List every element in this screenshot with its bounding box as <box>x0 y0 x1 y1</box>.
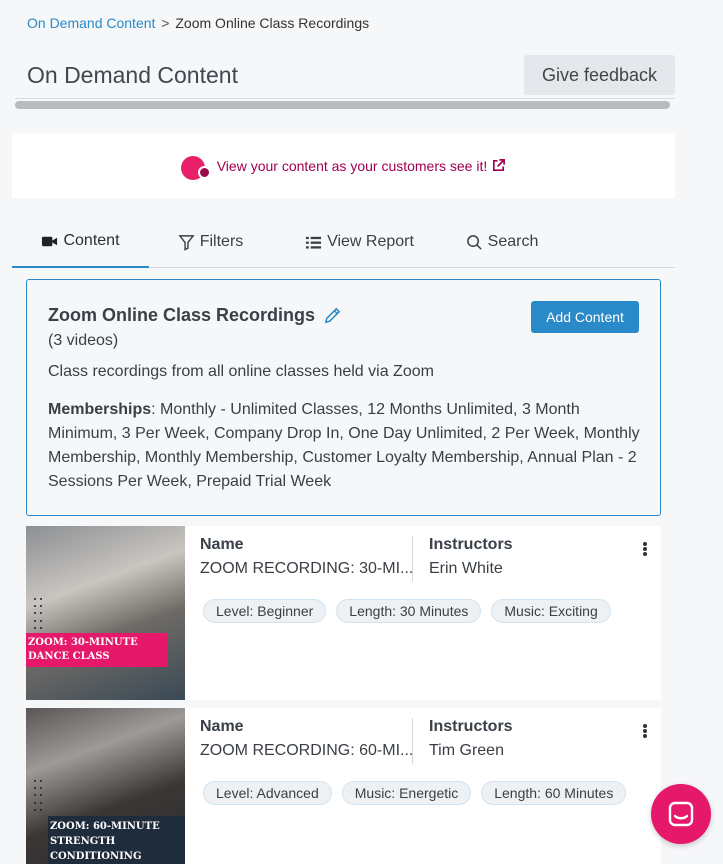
give-feedback-button[interactable]: Give feedback <box>524 55 675 95</box>
breadcrumb-current: Zoom Online Class Recordings <box>175 15 370 31</box>
list-icon <box>306 236 322 249</box>
video-tags: Level: Beginner Length: 30 Minutes Music… <box>203 599 611 623</box>
external-link-icon <box>493 159 506 172</box>
video-thumbnail[interactable]: ZOOM: 30-MINUTE DANCE CLASS <box>26 526 185 700</box>
chat-icon <box>668 801 694 827</box>
magnifier-icon <box>466 234 482 250</box>
tab-content-label: Content <box>63 232 120 249</box>
more-options-icon[interactable] <box>643 542 647 556</box>
instructor-name: Tim Green <box>429 742 504 759</box>
instructors-label: Instructors <box>429 718 513 735</box>
video-count: (3 videos) <box>48 332 119 349</box>
instructors-label: Instructors <box>429 536 513 553</box>
drag-handle-icon[interactable] <box>34 598 44 632</box>
instructor-name: Erin White <box>429 560 503 577</box>
funnel-icon <box>178 234 195 251</box>
collection-info-card: Zoom Online Class Recordings (3 videos) … <box>26 279 661 516</box>
tag-length: Length: 30 Minutes <box>336 599 482 623</box>
video-camera-icon <box>42 236 58 246</box>
breadcrumb-separator: > <box>161 15 170 31</box>
breadcrumb-link-on-demand[interactable]: On Demand Content <box>27 15 155 31</box>
video-name-column: Name ZOOM RECORDING: 60-MI... <box>200 718 414 760</box>
drag-handle-icon[interactable] <box>34 780 44 814</box>
video-name-column: Name ZOOM RECORDING: 30-MI... <box>200 536 414 578</box>
add-content-button[interactable]: Add Content <box>531 301 639 333</box>
tag-music: Music: Energetic <box>341 781 472 805</box>
divider <box>15 98 675 99</box>
instructors-column: Instructors Erin White <box>412 536 513 582</box>
chat-launcher-button[interactable] <box>651 784 711 844</box>
instructors-column: Instructors Tim Green <box>412 718 513 764</box>
horizontal-scrollbar[interactable] <box>15 101 670 109</box>
memberships-text: Memberships: Monthly - Unlimited Classes… <box>48 398 648 494</box>
name-label: Name <box>200 536 244 553</box>
content-tabs: Content Filters View Report Search <box>12 216 675 268</box>
view-as-customer-text: View your content as your customers see … <box>216 157 488 174</box>
tab-content[interactable]: Content <box>12 216 149 268</box>
pencil-edit-icon[interactable] <box>323 306 342 325</box>
video-name: ZOOM RECORDING: 30-MI... <box>200 560 414 577</box>
video-tags: Level: Advanced Music: Energetic Length:… <box>203 781 627 805</box>
name-label: Name <box>200 718 244 735</box>
collection-title-row: Zoom Online Class Recordings <box>48 305 342 326</box>
collection-description: Class recordings from all online classes… <box>48 363 434 380</box>
tab-filters[interactable]: Filters <box>149 216 272 268</box>
collection-title: Zoom Online Class Recordings <box>48 305 316 325</box>
video-row[interactable]: ZOOM: 60-MINUTE STRENGTH CONDITIONING Na… <box>26 708 661 864</box>
view-as-customer-link[interactable]: View your content as your customers see … <box>217 158 507 174</box>
tab-view-report-label: View Report <box>327 233 414 250</box>
thumbnail-caption: ZOOM: 30-MINUTE DANCE CLASS <box>26 633 168 667</box>
video-thumbnail[interactable]: ZOOM: 60-MINUTE STRENGTH CONDITIONING <box>26 708 185 864</box>
tab-filters-label: Filters <box>199 233 244 250</box>
more-options-icon[interactable] <box>643 724 647 738</box>
tag-length: Length: 60 Minutes <box>481 781 627 805</box>
tab-search[interactable]: Search <box>447 216 557 268</box>
page-title: On Demand Content <box>27 62 238 88</box>
video-name: ZOOM RECORDING: 60-MI... <box>200 742 414 759</box>
video-row[interactable]: ZOOM: 30-MINUTE DANCE CLASS Name ZOOM RE… <box>26 526 661 700</box>
tag-level: Level: Advanced <box>203 781 332 805</box>
tab-view-report[interactable]: View Report <box>272 216 447 268</box>
preview-banner: View your content as your customers see … <box>12 133 675 198</box>
breadcrumb: On Demand Content > Zoom Online Class Re… <box>27 15 369 31</box>
tag-level: Level: Beginner <box>203 599 327 623</box>
brand-dot-icon <box>180 152 215 180</box>
tag-music: Music: Exciting <box>491 599 611 623</box>
memberships-label: Memberships <box>48 401 152 418</box>
tab-search-label: Search <box>487 233 539 250</box>
thumbnail-caption: ZOOM: 60-MINUTE STRENGTH CONDITIONING <box>48 816 185 864</box>
